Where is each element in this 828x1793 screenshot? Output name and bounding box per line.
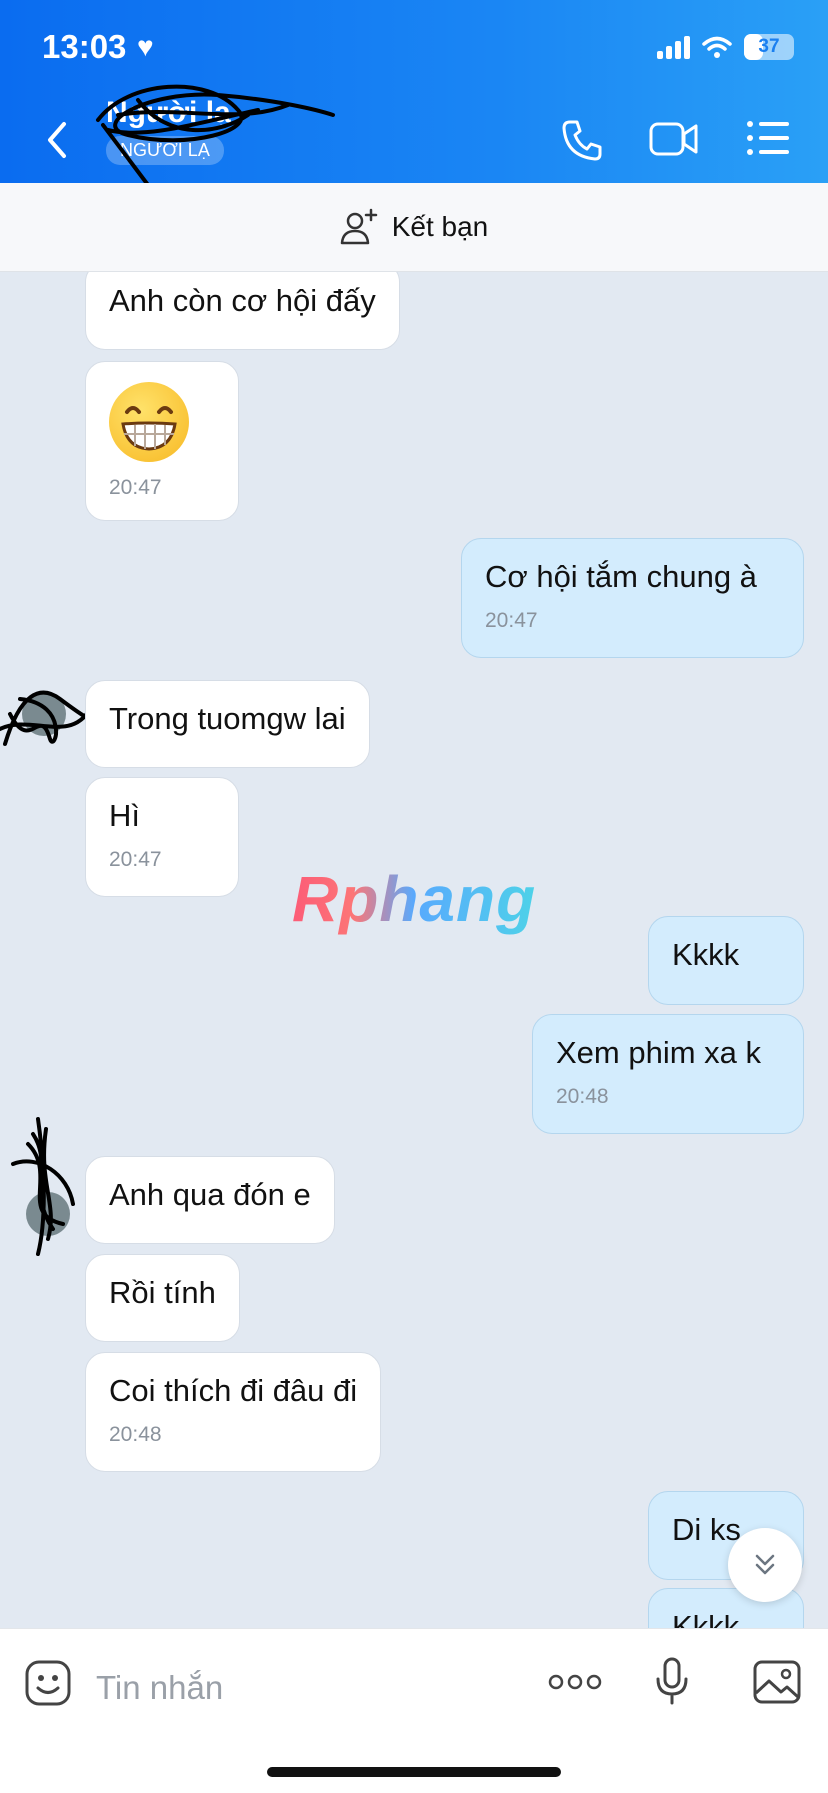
add-friend-label: Kết bạn bbox=[391, 211, 489, 242]
message-text: Trong tuomgw lai bbox=[109, 701, 346, 736]
heart-icon: ♥ bbox=[137, 31, 154, 62]
double-chevron-down-icon bbox=[755, 1554, 775, 1575]
scroll-to-bottom-button[interactable] bbox=[728, 1528, 802, 1602]
chat-header: 13:03 ♥ 37 Người lạ NGƯỜI LẠ bbox=[0, 0, 828, 207]
message-time: 20:47 bbox=[485, 608, 538, 632]
status-indicators: 37 bbox=[657, 34, 794, 60]
message-bubble-received[interactable]: Hì 20:47 bbox=[85, 777, 239, 897]
message-bubble-received[interactable]: 20:47 bbox=[85, 361, 239, 521]
more-options-icon[interactable] bbox=[548, 1671, 602, 1693]
image-gallery-icon[interactable] bbox=[752, 1659, 802, 1705]
status-time: 13:03 bbox=[42, 28, 127, 65]
add-friend-icon bbox=[340, 208, 377, 245]
back-icon[interactable] bbox=[40, 118, 74, 162]
wifi-icon bbox=[702, 36, 732, 58]
message-text: Rồi tính bbox=[109, 1275, 216, 1310]
message-time: 20:48 bbox=[109, 1422, 162, 1446]
message-text: Anh qua đón e bbox=[109, 1177, 311, 1212]
message-time: 20:47 bbox=[109, 476, 162, 499]
message-text: Anh còn cơ hội đấy bbox=[109, 283, 376, 318]
menu-list-icon[interactable] bbox=[746, 118, 790, 158]
message-list[interactable]: Anh còn cơ hội đấy 20:47 Cơ hội tắm chun… bbox=[0, 272, 828, 1628]
sender-avatar[interactable] bbox=[8, 1114, 83, 1259]
message-bubble-received[interactable]: Anh còn cơ hội đấy bbox=[85, 272, 400, 350]
signal-icon bbox=[657, 35, 690, 59]
home-indicator bbox=[267, 1767, 561, 1777]
message-bubble-received[interactable]: Rồi tính bbox=[85, 1254, 240, 1342]
message-text: Coi thích đi đâu đi bbox=[109, 1373, 358, 1408]
message-bubble-received[interactable]: Trong tuomgw lai bbox=[85, 680, 370, 768]
message-text: Xem phim xa k bbox=[556, 1035, 762, 1070]
message-input[interactable] bbox=[94, 1659, 518, 1717]
message-input-bar bbox=[0, 1628, 828, 1793]
message-bubble-sent[interactable]: Xem phim xa k 20:48 bbox=[532, 1014, 804, 1134]
message-time: 20:47 bbox=[109, 847, 162, 871]
message-text: Di ks bbox=[672, 1512, 741, 1547]
message-text: Hì bbox=[109, 798, 140, 833]
watermark-logo: Rphang bbox=[292, 863, 537, 935]
battery-level: 37 bbox=[758, 36, 780, 57]
message-bubble-received[interactable]: Coi thích đi đâu đi 20:48 bbox=[85, 1352, 382, 1472]
sticker-icon[interactable] bbox=[24, 1659, 72, 1707]
message-text: Kkkk bbox=[672, 937, 740, 972]
video-call-icon[interactable] bbox=[648, 118, 700, 160]
phone-icon[interactable] bbox=[560, 118, 604, 162]
message-text: Kkkk bbox=[672, 1609, 740, 1628]
message-text: Cơ hội tắm chung à bbox=[485, 559, 757, 594]
message-bubble-sent[interactable]: Cơ hội tắm chung à 20:47 bbox=[461, 538, 804, 658]
microphone-icon[interactable] bbox=[655, 1657, 689, 1705]
message-time: 20:48 bbox=[556, 1084, 609, 1108]
grinning-face-emoji-icon bbox=[109, 382, 189, 462]
message-bubble-sent[interactable]: Kkkk bbox=[648, 916, 804, 1005]
message-bubble-received[interactable]: Anh qua đón e bbox=[85, 1156, 335, 1244]
battery-icon: 37 bbox=[744, 34, 794, 60]
add-friend-button[interactable]: Kết bạn bbox=[0, 183, 828, 272]
